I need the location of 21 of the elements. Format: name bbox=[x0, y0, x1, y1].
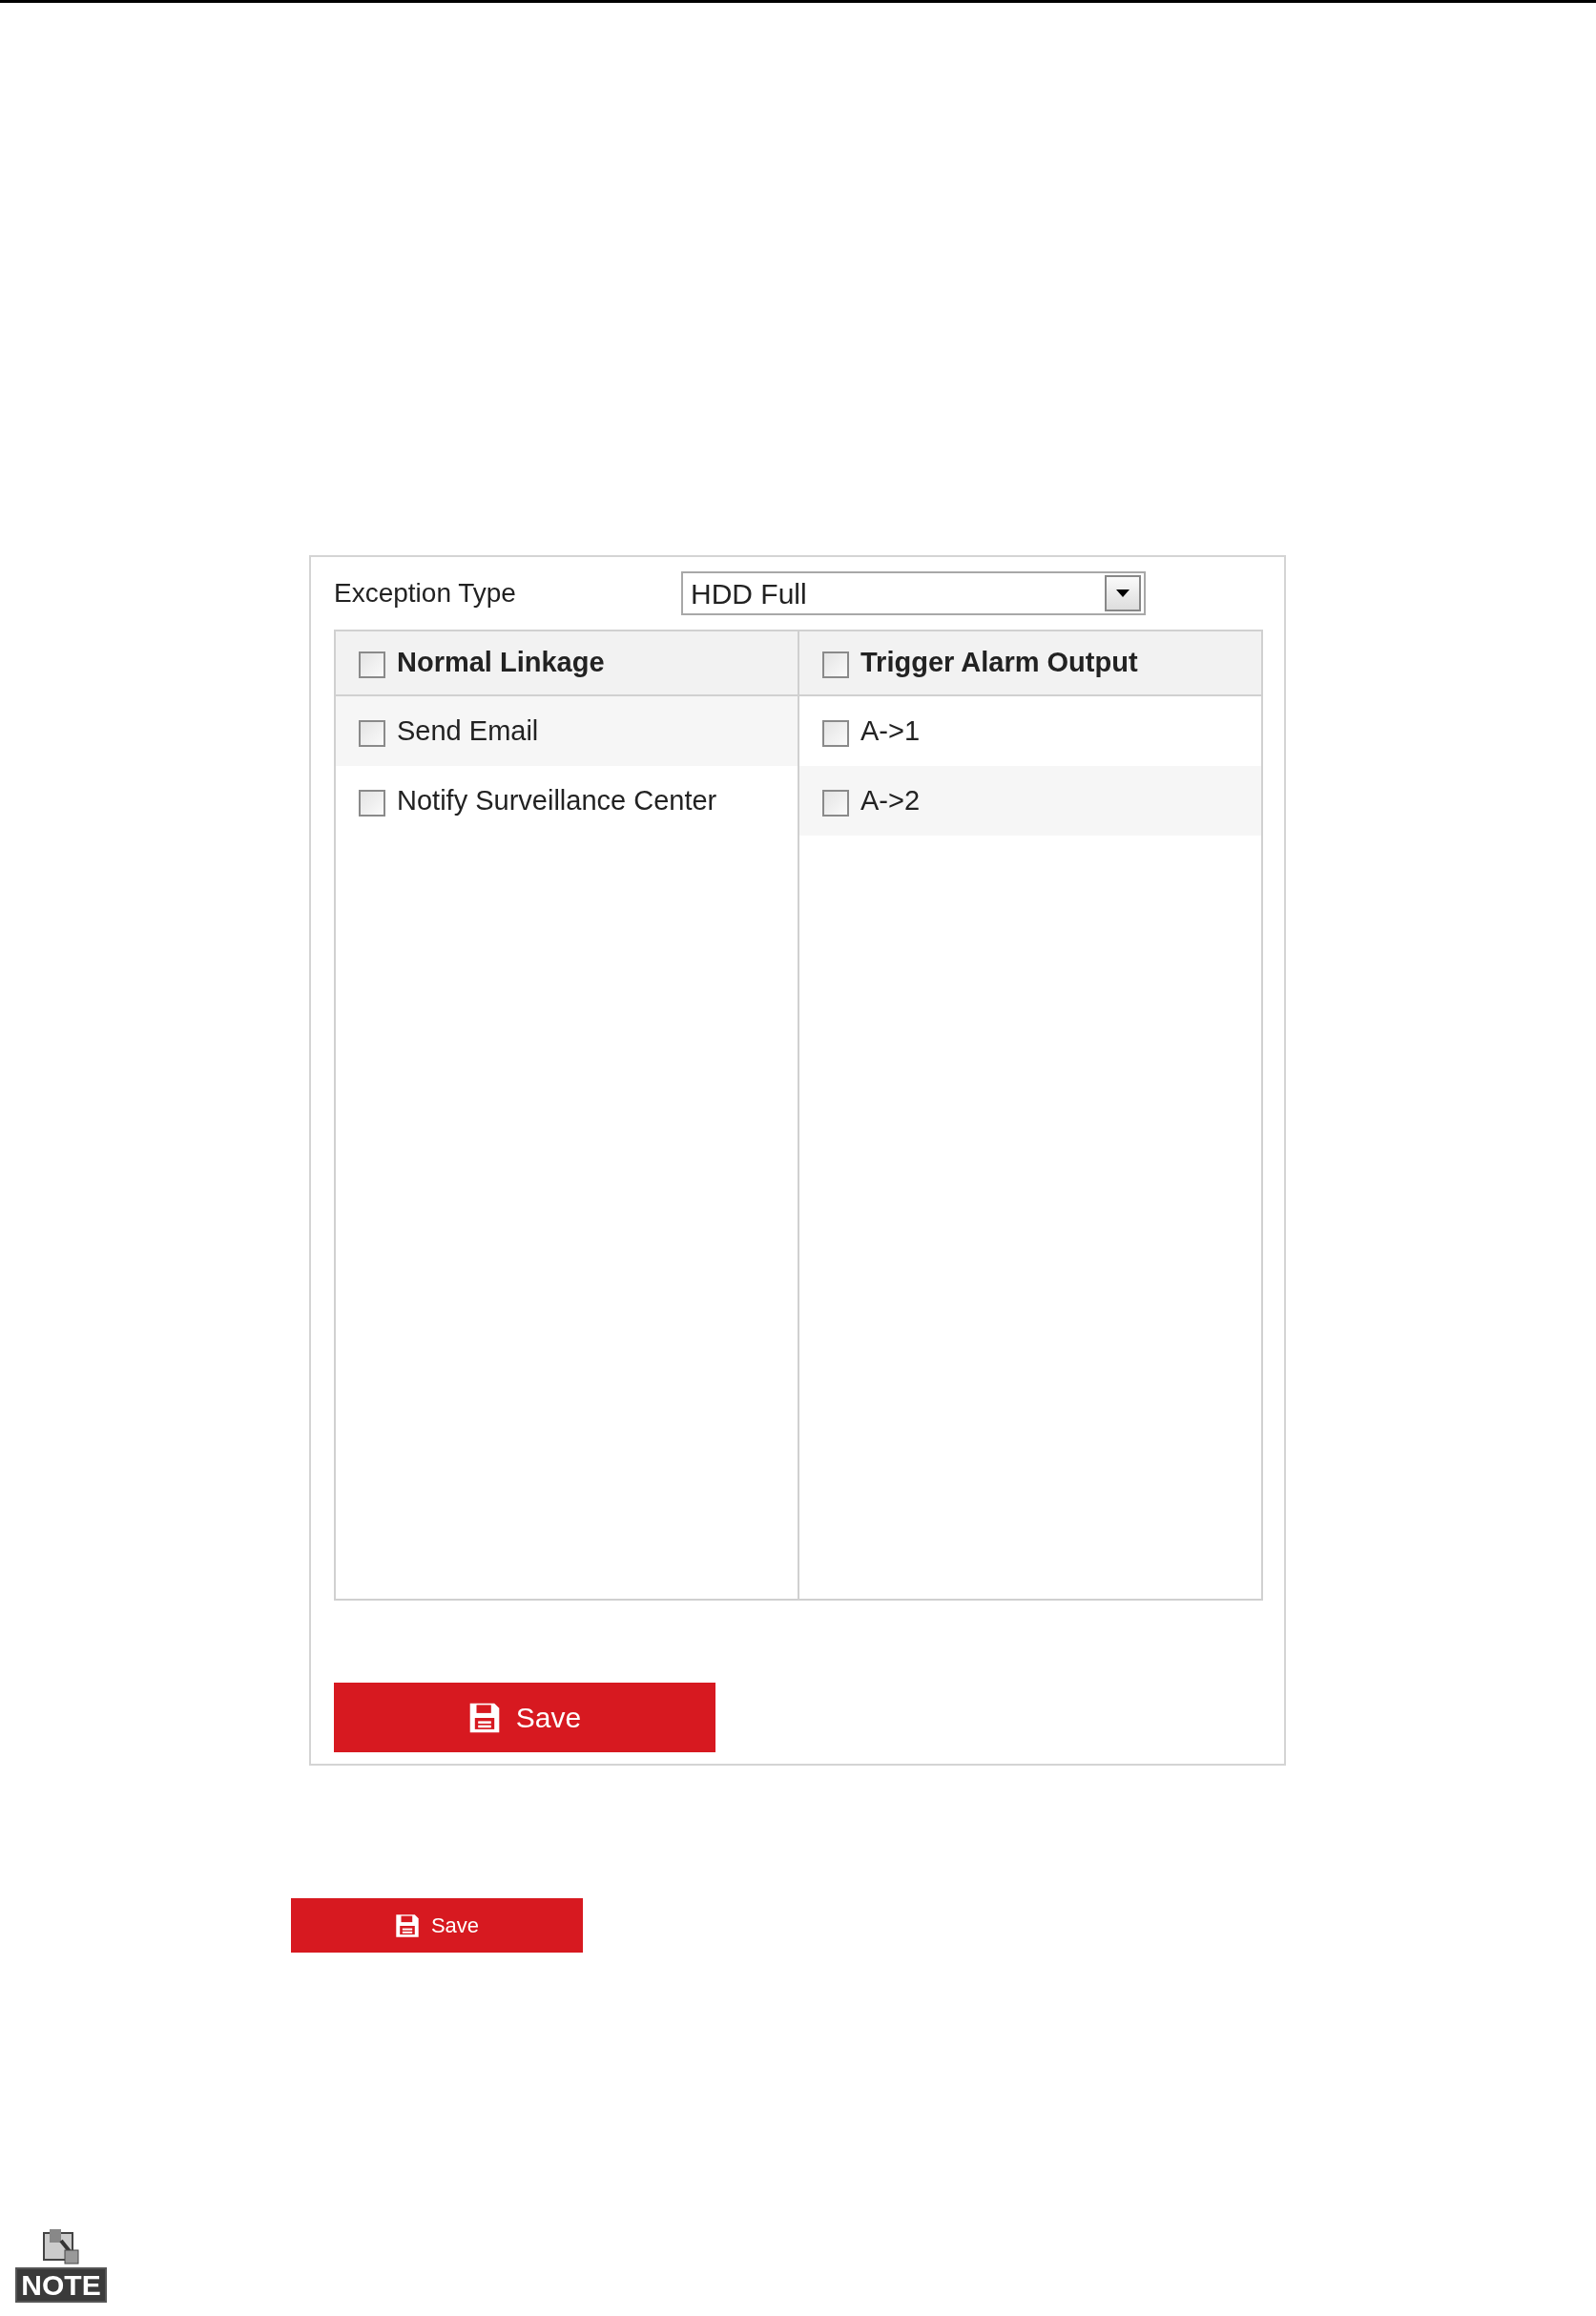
note-icon bbox=[40, 2227, 82, 2265]
checkbox[interactable] bbox=[822, 719, 849, 747]
option-label: A->1 bbox=[860, 713, 921, 748]
option-label: Send Email bbox=[397, 713, 539, 748]
save-icon bbox=[467, 1701, 501, 1734]
exception-type-label: Exception Type bbox=[334, 577, 517, 610]
column-header-label: Normal Linkage bbox=[397, 646, 605, 680]
checkbox[interactable] bbox=[822, 789, 849, 817]
save-button[interactable]: Save bbox=[291, 1898, 583, 1953]
option-label: A->2 bbox=[860, 783, 921, 817]
dropdown-arrow-icon bbox=[1115, 589, 1130, 598]
checkbox[interactable] bbox=[359, 789, 385, 817]
checkbox[interactable] bbox=[359, 719, 385, 747]
save-icon bbox=[394, 1913, 420, 1938]
checkbox[interactable] bbox=[822, 651, 849, 678]
option-label: Notify Surveillance Center bbox=[397, 783, 717, 817]
column-header-label: Trigger Alarm Output bbox=[860, 646, 1138, 680]
checkbox[interactable] bbox=[359, 651, 385, 678]
exception-type-dropdown[interactable]: HDD Full bbox=[681, 571, 1146, 615]
note-label: NOTE bbox=[15, 2267, 107, 2303]
save-button[interactable]: Save bbox=[334, 1683, 715, 1752]
